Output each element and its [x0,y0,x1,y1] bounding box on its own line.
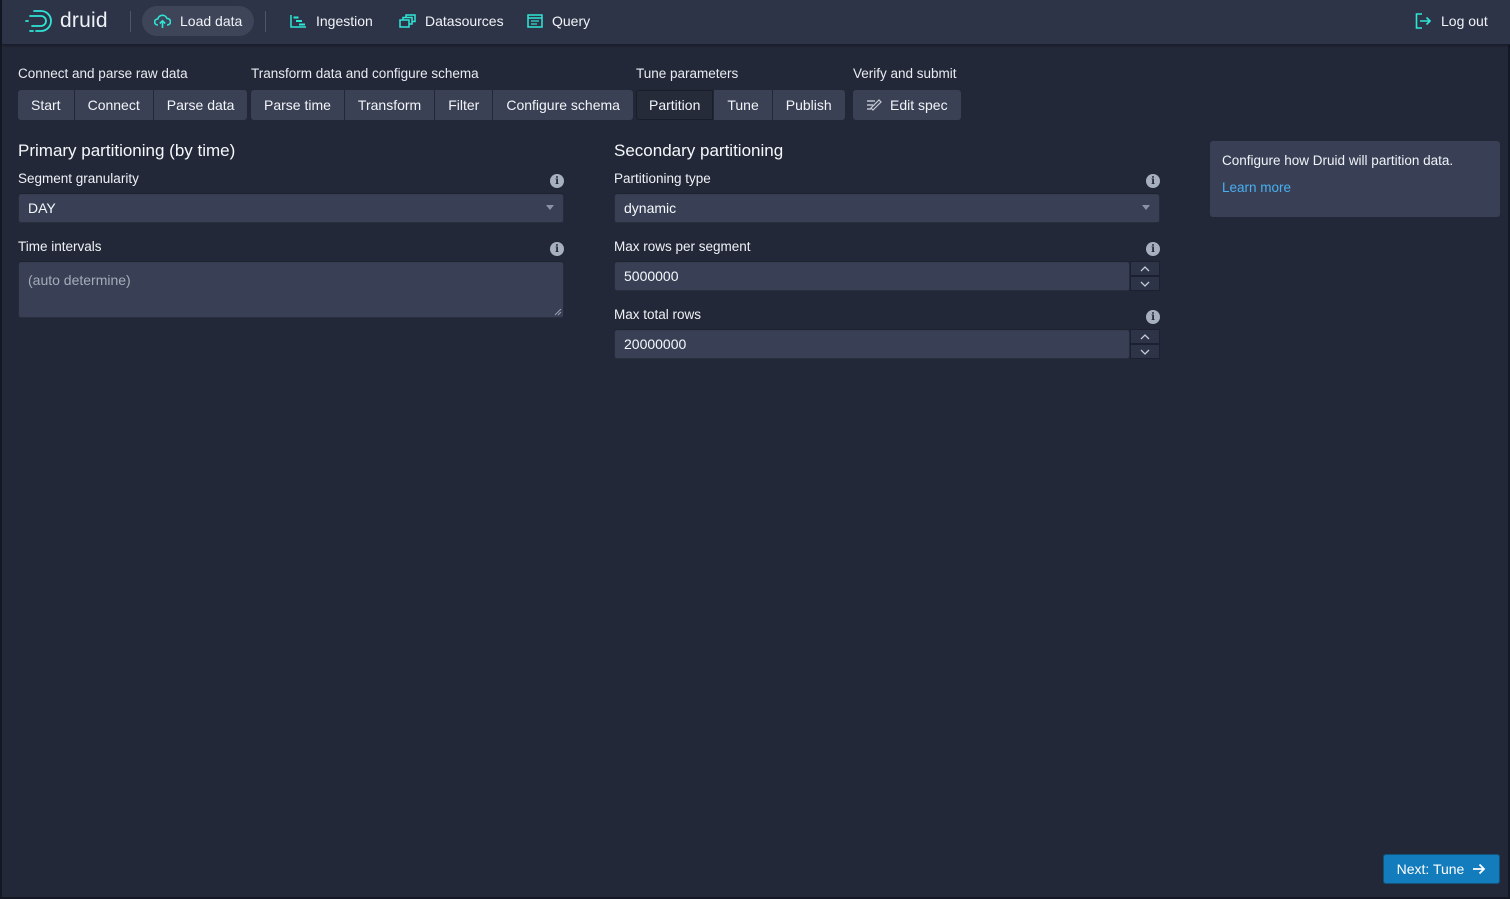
application-icon [527,14,543,28]
chevron-down-icon [1140,349,1150,355]
segment-granularity-label: Segment granularity [18,171,139,186]
step-parse-time[interactable]: Parse time [251,90,345,120]
info-icon[interactable]: i [550,174,564,188]
info-panel-text: Configure how Druid will partition data. [1222,153,1454,168]
max-total-rows-stepper [1130,329,1160,359]
max-total-rows-label: Max total rows [614,307,702,322]
step-parse-data[interactable]: Parse data [153,90,248,120]
next-tune-button[interactable]: Next: Tune [1383,854,1500,884]
nav-query-label: Query [552,13,591,29]
step-group-title: Connect and parse raw data [18,66,188,81]
primary-partitioning-title: Primary partitioning (by time) [18,141,236,160]
nav-query[interactable]: Query [515,6,602,36]
arrow-right-icon [1473,863,1486,875]
druid-logo[interactable]: druid [24,6,108,36]
learn-more-link[interactable]: Learn more [1222,180,1488,195]
step-group-transform: Transform data and configure schema Pars… [251,66,633,120]
step-publish[interactable]: Publish [772,90,845,120]
step-group-verify: Verify and submit Edit spec [853,66,961,120]
top-navbar: druid Load data Ingestion Datasources Qu… [2,0,1510,45]
caret-down-icon [546,205,554,210]
step-partition[interactable]: Partition [636,90,715,120]
nav-load-data[interactable]: Load data [142,6,255,36]
step-start[interactable]: Start [18,90,75,120]
max-rows-per-segment-input[interactable]: 5000000 [614,261,1130,291]
nav-divider [265,11,266,32]
logout-label: Log out [1441,13,1488,29]
info-panel: Configure how Druid will partition data.… [1210,141,1500,217]
cloud-upload-icon [154,14,171,28]
increment-button[interactable] [1130,329,1160,344]
logo-text: druid [60,9,108,32]
step-button-group: Parse time Transform Filter Configure sc… [251,90,633,120]
step-edit-spec[interactable]: Edit spec [853,90,961,120]
next-button-label: Next: Tune [1396,861,1465,877]
nav-ingestion[interactable]: Ingestion [278,6,385,36]
increment-button[interactable] [1130,261,1160,276]
time-intervals-textarea[interactable]: (auto determine) [18,261,564,318]
multi-select-icon [399,14,416,28]
secondary-partitioning-title: Secondary partitioning [614,141,784,160]
info-icon[interactable]: i [1146,242,1160,256]
partitioning-type-label: Partitioning type [614,171,711,186]
step-button-group: Start Connect Parse data [18,90,248,120]
step-group-connect: Connect and parse raw data Start Connect… [18,66,248,120]
step-button-group: Partition Tune Publish [636,90,845,120]
max-rows-per-segment-label: Max rows per segment [614,239,751,254]
edit-spec-label: Edit spec [890,97,948,113]
nav-load-data-label: Load data [180,13,243,29]
max-total-rows-value: 20000000 [624,336,687,352]
segment-granularity-value: DAY [28,200,56,216]
decrement-button[interactable] [1130,344,1160,359]
partitioning-type-value: dynamic [624,200,677,216]
nav-ingestion-label: Ingestion [316,13,373,29]
step-group-tune: Tune parameters Partition Tune Publish [636,66,845,120]
step-group-title: Transform data and configure schema [251,66,479,81]
step-tune[interactable]: Tune [714,90,773,120]
segment-granularity-select[interactable]: DAY [18,193,564,223]
info-icon[interactable]: i [1146,310,1160,324]
max-rows-per-segment-stepper [1130,261,1160,291]
step-connect[interactable]: Connect [74,90,154,120]
app-frame: druid Load data Ingestion Datasources Qu… [0,0,1510,899]
step-group-title: Verify and submit [853,66,957,81]
max-rows-per-segment-value: 5000000 [624,268,679,284]
log-out-icon [1415,13,1432,29]
nav-datasources-label: Datasources [425,13,504,29]
partitioning-type-select[interactable]: dynamic [614,193,1160,223]
step-configure-schema[interactable]: Configure schema [493,90,633,120]
time-intervals-label: Time intervals [18,239,102,254]
resize-grip-icon[interactable] [554,308,562,316]
logout-button[interactable]: Log out [1403,6,1500,36]
druid-logo-icon [25,10,52,32]
step-button-group: Edit spec [853,90,961,120]
chevron-down-icon [1140,281,1150,287]
max-total-rows-input[interactable]: 20000000 [614,329,1130,359]
chevron-up-icon [1140,265,1150,271]
decrement-button[interactable] [1130,276,1160,291]
step-transform[interactable]: Transform [344,90,436,120]
step-filter[interactable]: Filter [435,90,494,120]
info-icon[interactable]: i [1146,174,1160,188]
caret-down-icon [1142,205,1150,210]
edit-spec-icon [867,99,882,111]
chevron-up-icon [1140,333,1150,339]
time-intervals-placeholder: (auto determine) [28,272,131,288]
step-group-title: Tune parameters [636,66,739,81]
info-icon[interactable]: i [550,242,564,256]
nav-divider [130,11,131,32]
nav-datasources[interactable]: Datasources [387,6,516,36]
gantt-chart-icon [290,15,306,28]
